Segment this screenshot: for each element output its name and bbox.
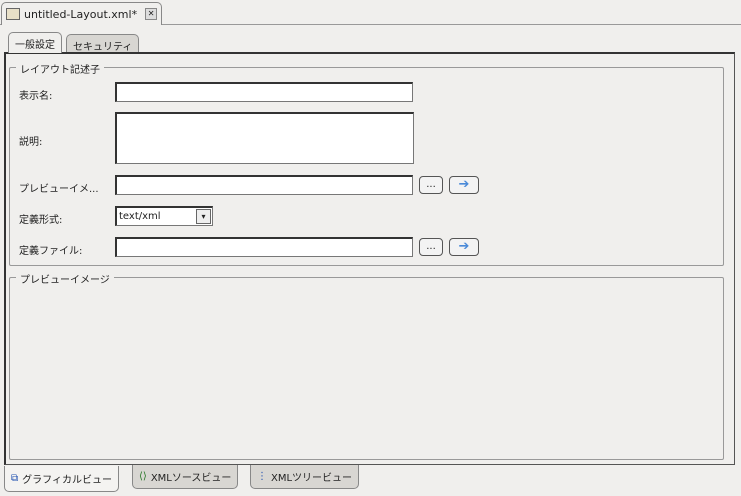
xml-source-icon: ⟨⟩ — [139, 471, 147, 482]
chevron-down-icon[interactable]: ▾ — [196, 209, 211, 224]
def-file-input[interactable] — [115, 237, 413, 257]
description-label: 説明: — [19, 137, 43, 148]
close-icon[interactable]: ✕ — [145, 8, 158, 20]
format-label: 定義形式: — [19, 215, 63, 226]
import-preview-button[interactable]: ➔ — [449, 176, 479, 194]
tab-label: XMLツリービュー — [271, 473, 353, 484]
tab-xml-source-view[interactable]: ⟨⟩ XMLソースビュー — [132, 465, 239, 489]
tab-label: グラフィカルビュー — [22, 475, 112, 486]
tab-graphical-view[interactable]: ⧉ グラフィカルビュー — [4, 466, 119, 492]
format-value: text/xml — [119, 211, 161, 222]
preview-group: プレビューイメージ — [9, 271, 724, 460]
arrow-import-icon: ➔ — [458, 239, 470, 254]
preview-image-label: プレビューイメ... — [19, 184, 99, 195]
import-def-file-button[interactable]: ➔ — [449, 238, 479, 256]
descriptor-legend: レイアウト記述子 — [16, 61, 104, 76]
layout-file-icon — [6, 8, 20, 20]
tab-general[interactable]: 一般設定 — [8, 32, 62, 53]
description-textarea[interactable] — [115, 112, 414, 164]
browse-preview-button[interactable]: ... — [419, 176, 443, 194]
format-select[interactable]: text/xml ▾ — [115, 206, 213, 226]
tab-label: XMLソースビュー — [150, 473, 232, 484]
def-file-label: 定義ファイル: — [19, 246, 83, 257]
editor-tab[interactable]: untitled-Layout.xml* ✕ — [1, 2, 163, 25]
tab-xml-tree-view[interactable]: ⋮ XMLツリービュー — [250, 465, 360, 489]
display-name-label: 表示名: — [19, 91, 53, 102]
editor-tab-title: untitled-Layout.xml* — [24, 7, 138, 21]
xml-tree-icon: ⋮ — [257, 471, 267, 482]
browse-def-file-button[interactable]: ... — [419, 238, 443, 256]
preview-image-input[interactable] — [115, 175, 413, 195]
graphical-view-icon: ⧉ — [11, 473, 19, 484]
arrow-import-icon: ➔ — [458, 177, 470, 192]
tab-security[interactable]: セキュリティ — [66, 34, 140, 53]
tab-label: 一般設定 — [15, 40, 55, 51]
display-name-input[interactable] — [115, 82, 413, 102]
preview-legend: プレビューイメージ — [16, 271, 114, 286]
